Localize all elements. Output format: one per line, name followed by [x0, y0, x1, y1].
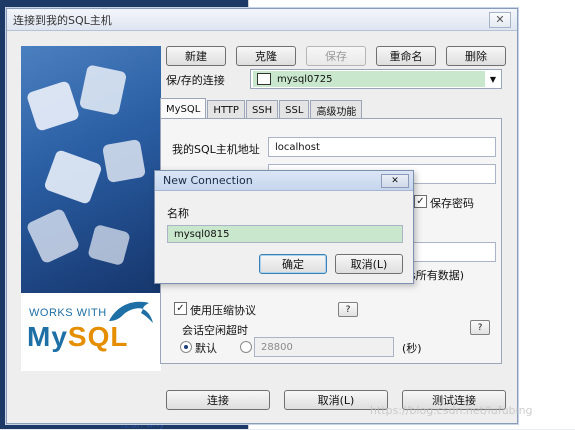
- tab-ssh[interactable]: SSH: [245, 100, 279, 119]
- rename-button[interactable]: 重命名: [376, 46, 436, 66]
- new-connection-dialog: New Connection ✕ 名称 mysql0815 确定 取消(L): [154, 170, 414, 284]
- save-button[interactable]: 保存: [306, 46, 366, 66]
- chevron-down-icon[interactable]: ▼: [485, 70, 501, 88]
- connection-tabs: MySQL HTTP SSH SSL 高级功能: [160, 98, 363, 119]
- connection-color-swatch: [257, 73, 271, 85]
- save-password-checkbox[interactable]: ✓: [414, 195, 427, 208]
- saved-connections-label: 保/存的连接: [166, 74, 225, 87]
- dialog-titlebar: New Connection ✕: [155, 171, 413, 191]
- dialog-name-label: 名称: [167, 207, 189, 220]
- puzzle-piece: [25, 80, 81, 132]
- mysql-logo-area: WORKS WITH MySQL: [21, 293, 161, 371]
- default-timeout-radio[interactable]: [180, 341, 192, 353]
- compress-help-button[interactable]: ?: [338, 302, 358, 317]
- idle-timeout-help-button[interactable]: ?: [470, 320, 490, 335]
- window-titlebar: 连接到我的SQL主机 ✕: [7, 9, 517, 31]
- puzzle-piece: [78, 64, 128, 116]
- dialog-title: New Connection: [163, 174, 253, 187]
- default-timeout-label: 默认: [195, 342, 217, 355]
- dialog-cancel-button[interactable]: 取消(L): [335, 254, 403, 274]
- delete-button[interactable]: 删除: [446, 46, 506, 66]
- idle-timeout-label: 会话空闲超时: [182, 324, 248, 337]
- custom-timeout-radio[interactable]: [240, 341, 252, 353]
- dialog-name-input[interactable]: mysql0815: [167, 225, 403, 243]
- tab-mysql[interactable]: MySQL: [160, 98, 207, 119]
- puzzle-piece: [43, 149, 103, 205]
- works-with-text: WORKS WITH: [29, 307, 107, 319]
- window-title: 连接到我的SQL主机: [13, 13, 112, 27]
- clone-button[interactable]: 克隆: [236, 46, 296, 66]
- timeout-input[interactable]: 28800: [254, 337, 394, 357]
- mysql-logo: MySQL: [27, 321, 129, 352]
- tab-ssl[interactable]: SSL: [279, 100, 310, 119]
- dialog-ok-button[interactable]: 确定: [259, 254, 327, 274]
- tab-http[interactable]: HTTP: [207, 100, 245, 119]
- saved-connections-value: mysql0725: [253, 71, 485, 87]
- puzzle-piece: [87, 223, 131, 267]
- puzzle-piece: [25, 207, 81, 265]
- host-label: 我的SQL主机地址: [172, 143, 260, 156]
- save-password-label: 保存密码: [430, 197, 474, 210]
- saved-connections-select[interactable]: mysql0725 ▼: [250, 69, 502, 89]
- compress-protocol-label: 使用压缩协议: [190, 304, 256, 317]
- compress-protocol-checkbox[interactable]: ✓: [174, 302, 187, 315]
- dialog-close-button[interactable]: ✕: [381, 173, 409, 188]
- seconds-label: (秒): [402, 342, 422, 355]
- database-hint-text: s所有数据): [410, 269, 465, 282]
- host-input[interactable]: localhost: [268, 137, 496, 157]
- new-button[interactable]: 新建: [166, 46, 226, 66]
- window-close-button[interactable]: ✕: [489, 11, 511, 28]
- mysql-branding-image: WORKS WITH MySQL: [21, 46, 161, 371]
- puzzle-piece: [101, 138, 147, 184]
- watermark-text: https://blog.csdn.net/lufubing: [370, 404, 533, 417]
- tab-advanced[interactable]: 高级功能: [310, 100, 363, 119]
- port-input[interactable]: [412, 242, 496, 262]
- connect-button[interactable]: 连接: [166, 390, 270, 410]
